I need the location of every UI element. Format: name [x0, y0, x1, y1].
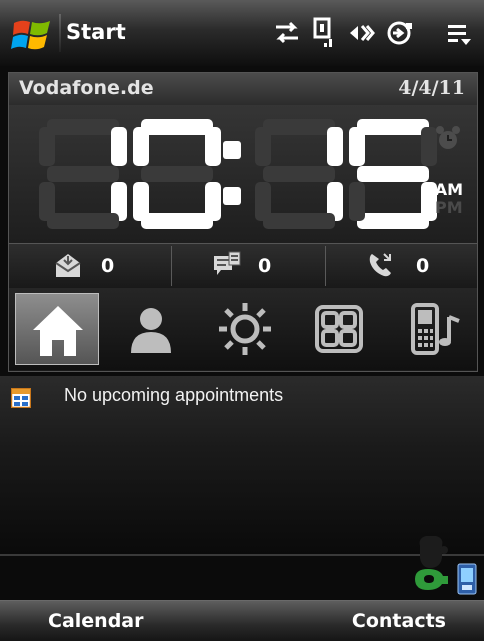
- alarm-clock-icon[interactable]: [433, 123, 463, 153]
- digit-1-segment-b: [205, 127, 221, 166]
- person-icon: [131, 308, 171, 353]
- battery-charging-icon[interactable]: [384, 17, 414, 49]
- digit-3-segment-f: [349, 127, 365, 166]
- sms-counter[interactable]: 0: [172, 244, 324, 288]
- network-status-icon[interactable]: [410, 566, 450, 592]
- digit-1-segment-a: [141, 119, 213, 135]
- sms-icon: [214, 251, 241, 275]
- clock-display[interactable]: AM PM: [9, 105, 477, 243]
- digit-1-segment-d: [141, 213, 213, 229]
- windows-logo-icon[interactable]: [10, 13, 54, 57]
- digit-1-segment-e: [133, 182, 149, 221]
- email-counter[interactable]: 0: [9, 244, 165, 288]
- digit-2-segment-a: [263, 119, 335, 135]
- pm-label: PM: [435, 198, 463, 217]
- digit-3-segment-g: [357, 166, 429, 182]
- connectivity-icon[interactable]: [272, 17, 302, 49]
- home-tab-strip: [9, 288, 477, 370]
- email-count: 0: [101, 255, 115, 277]
- home-icon: [33, 306, 83, 356]
- contacts-softkey[interactable]: Contacts: [352, 610, 446, 632]
- appointments-text[interactable]: No upcoming appointments: [64, 385, 283, 406]
- calendar-softkey[interactable]: Calendar: [48, 610, 143, 632]
- missed-call-count: 0: [416, 255, 430, 277]
- tab-people[interactable]: [109, 293, 193, 365]
- notification-counters: 0 0 0: [9, 243, 477, 288]
- digit-3-segment-d: [357, 213, 429, 229]
- digit-0-segment-d: [47, 213, 119, 229]
- digit-2-segment-b: [327, 127, 343, 166]
- date-display[interactable]: 4/4/11: [398, 77, 465, 99]
- digit-0-segment-b: [111, 127, 127, 166]
- device-icon[interactable]: [457, 563, 477, 595]
- email-icon: [55, 254, 81, 277]
- digit-2-segment-d: [263, 213, 335, 229]
- tab-phone-music[interactable]: [391, 293, 475, 365]
- seven-segment-clock: [39, 119, 437, 229]
- weather-sun-icon: [219, 303, 271, 355]
- today-area: No upcoming appointments: [0, 376, 484, 556]
- sms-count: 0: [258, 255, 272, 277]
- title-bar: Start: [0, 0, 484, 66]
- home-clock-panel: Vodafone.de 4/4/11 AM PM 0 0 0: [8, 72, 478, 372]
- digit-0-segment-f: [39, 127, 55, 166]
- start-label[interactable]: Start: [66, 20, 126, 44]
- apps-grid-icon: [315, 305, 363, 353]
- tab-weather[interactable]: [203, 293, 287, 365]
- softkey-bar: Calendar Contacts: [0, 600, 484, 641]
- digit-0-segment-a: [47, 119, 119, 135]
- carrier-name: Vodafone.de: [19, 77, 154, 99]
- missed-call-icon: [369, 253, 391, 277]
- digit-3-segment-a: [357, 119, 429, 135]
- signal-icon[interactable]: [311, 17, 341, 49]
- menu-icon[interactable]: [445, 17, 475, 49]
- digit-3-segment-e: [349, 182, 365, 221]
- digit-1-segment-g: [141, 166, 213, 182]
- phone-music-icon: [411, 303, 460, 355]
- calendar-icon: [11, 388, 31, 408]
- am-label: AM: [434, 180, 463, 199]
- digit-1-segment-f: [133, 127, 149, 166]
- tab-apps[interactable]: [297, 293, 381, 365]
- digit-2-segment-f: [255, 127, 271, 166]
- missed-call-counter[interactable]: 0: [326, 244, 477, 288]
- carrier-row: Vodafone.de 4/4/11: [9, 73, 477, 105]
- digit-0-segment-g: [47, 166, 119, 182]
- colon-dot: [223, 141, 241, 159]
- digit-2-segment-e: [255, 182, 271, 221]
- tab-home[interactable]: [15, 293, 99, 365]
- volume-off-icon[interactable]: [348, 17, 378, 49]
- digit-0-segment-e: [39, 182, 55, 221]
- title-separator: [59, 14, 61, 52]
- am-pm-indicator: AM PM: [435, 181, 463, 217]
- colon-dot: [223, 187, 241, 205]
- digit-2-segment-g: [263, 166, 335, 182]
